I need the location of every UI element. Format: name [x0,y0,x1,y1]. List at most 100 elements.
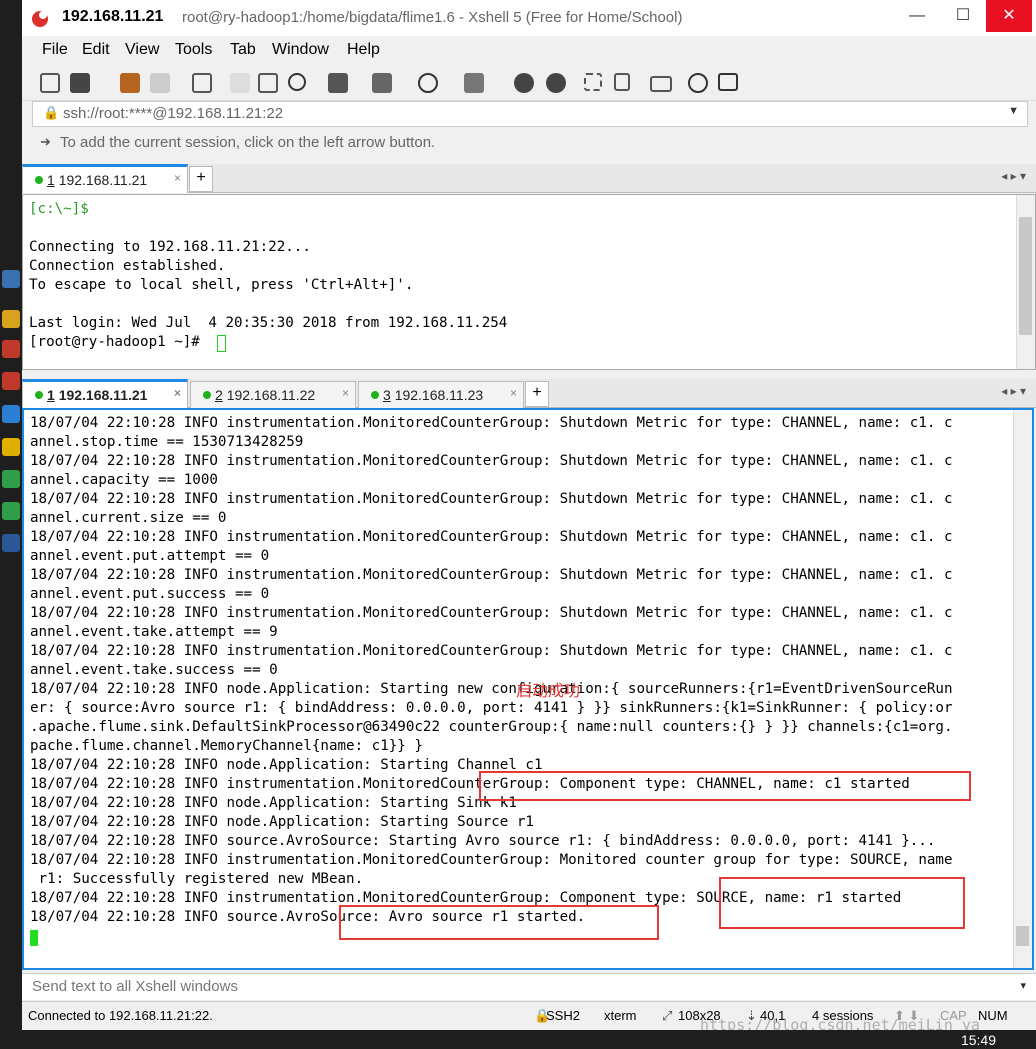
font-icon[interactable] [464,73,484,93]
hint-text: To add the current session, click on the… [60,134,436,151]
terminal-line: .apache.flume.sink.DefaultSinkProcessor@… [30,719,953,735]
menu-tab[interactable]: Tab [230,41,256,59]
terminal-line: 18/07/04 22:10:28 INFO node.Application:… [30,681,953,697]
terminal-line: 18/07/04 22:10:28 INFO node.Application:… [30,814,534,830]
xshell-logo-icon [32,11,48,27]
arrow-icon[interactable]: ➜ [40,134,51,150]
tab-label: 192.168.11.21 [58,172,148,188]
tab-menu-icon[interactable]: ◂ ▸ ▾ [1001,384,1026,398]
menu-edit[interactable]: Edit [82,41,110,59]
paste-icon[interactable] [258,73,278,93]
add-tab-button[interactable]: + [525,381,549,407]
maximize-button[interactable]: ☐ [940,0,986,32]
xshell-icon[interactable] [546,73,566,93]
bottom-tab-bar: 1 192.168.11.21 × 2 192.168.11.22 × 3 19… [22,379,1036,408]
globe-icon[interactable] [418,73,438,93]
desktop-icon[interactable] [2,405,20,423]
send-bar[interactable]: Send text to all Xshell windows ▾ [22,973,1036,1000]
close-tab-icon[interactable]: × [174,386,181,400]
title-bar: 192.168.11.21 root@ry-hadoop1:/home/bigd… [22,0,1036,36]
desktop-icon[interactable] [2,438,20,456]
desktop-strip [0,0,22,1049]
menu-window[interactable]: Window [272,41,329,59]
hint-bar: ➜ To add the current session, click on t… [32,131,1026,155]
status-dot-icon [35,176,43,184]
copy-icon[interactable] [230,73,250,93]
tab-label: 192.168.11.21 [58,387,148,403]
tab-number: 3 [383,387,391,403]
properties-icon[interactable] [192,73,212,93]
desktop-icon[interactable] [2,340,20,358]
print-icon[interactable] [328,73,348,93]
terminal-line: annel.event.put.success == 0 [30,586,270,602]
top-terminal[interactable]: [c:\~]$ Connecting to 192.168.11.21:22..… [22,194,1036,370]
close-tab-icon[interactable]: × [174,171,181,185]
lock-icon[interactable] [614,73,630,91]
minimize-button[interactable]: — [894,0,940,32]
connect-icon[interactable] [120,73,140,93]
terminal-line: annel.current.size == 0 [30,510,227,526]
tab-session-3[interactable]: 3 192.168.11.23 × [358,381,524,408]
title-host: 192.168.11.21 [62,8,164,25]
num-lock-status: NUM [978,1008,1008,1023]
terminal-line: r1: Successfully registered new MBean. [30,871,364,887]
highlight-box [479,771,971,801]
window-title: root@ry-hadoop1:/home/bigdata/flime1.6 -… [182,9,683,26]
menu-icon[interactable]: ▾ [1020,979,1026,992]
desktop-icon[interactable] [2,470,20,488]
terminal-line: annel.capacity == 1000 [30,472,218,488]
word-icon[interactable] [2,534,20,552]
open-folder-icon[interactable] [70,73,90,93]
connection-status: Connected to 192.168.11.21:22. [28,1008,213,1023]
protocol-status: SSH2 [546,1008,580,1023]
taskbar: 15:49 [0,1030,1036,1049]
scrollbar-thumb[interactable] [1019,217,1032,335]
desktop-icon[interactable] [2,270,20,288]
terminal-line: To escape to local shell, press 'Ctrl+Al… [29,277,414,293]
scrollbar-thumb[interactable] [1016,926,1029,946]
menu-file[interactable]: File [42,41,68,59]
tab-label: 192.168.11.22 [226,387,316,403]
fullscreen-icon[interactable] [584,73,602,91]
dropdown-icon[interactable]: ▼ [1008,105,1019,117]
top-tab-bar: 1 192.168.11.21 × + ◂ ▸ ▾ [22,164,1036,193]
tab-session-2[interactable]: 2 192.168.11.22 × [190,381,356,408]
scrollbar[interactable] [1013,410,1032,968]
scrollbar[interactable] [1016,195,1035,369]
address-input[interactable]: ssh://root:****@192.168.11.21:22 [63,105,283,122]
tab-number: 1 [47,387,55,403]
status-dot-icon [203,391,211,399]
annotation-label: 启动成功 [516,683,581,700]
transfer-icon[interactable] [372,73,392,93]
chat-icon[interactable] [718,73,738,91]
terminal-line: 18/07/04 22:10:28 INFO node.Application:… [30,795,517,811]
menu-tools[interactable]: Tools [175,41,212,59]
tab-menu-icon[interactable]: ◂ ▸ ▾ [1001,169,1026,183]
menu-view[interactable]: View [125,41,159,59]
terminal-line: 18/07/04 22:10:28 INFO instrumentation.M… [30,415,953,431]
close-tab-icon[interactable]: × [510,386,517,400]
terminal-line: 18/07/04 22:10:28 INFO instrumentation.M… [30,453,953,469]
terminal-line: [c:\~]$ [29,201,89,217]
tab-session-top[interactable]: 1 192.168.11.21 × [22,164,188,193]
find-icon[interactable] [288,73,306,91]
terminal-line: er: { source:Avro source r1: { bindAddre… [30,700,953,716]
new-session-icon[interactable] [40,73,60,93]
disconnect-icon[interactable] [150,73,170,93]
desktop-icon[interactable] [2,502,20,520]
add-tab-button[interactable]: + [189,166,213,192]
tab-session-1[interactable]: 1 192.168.11.21 × [22,379,188,408]
xftp-icon[interactable] [514,73,534,93]
send-input[interactable]: Send text to all Xshell windows [32,978,238,995]
close-button[interactable]: ✕ [986,0,1032,32]
menu-bar: File Edit View Tools Tab Window Help [22,36,1036,64]
address-bar[interactable]: 🔒 ssh://root:****@192.168.11.21:22 ▼ [32,101,1028,127]
close-tab-icon[interactable]: × [342,386,349,400]
menu-help[interactable]: Help [347,41,380,59]
desktop-icon[interactable] [2,310,20,328]
desktop-icon[interactable] [2,372,20,390]
keyboard-icon[interactable] [650,76,672,92]
help-icon[interactable] [688,73,708,93]
terminal-line: 18/07/04 22:10:28 INFO source.AvroSource… [30,833,936,849]
terminal-line: annel.stop.time == 1530713428259 [30,434,304,450]
